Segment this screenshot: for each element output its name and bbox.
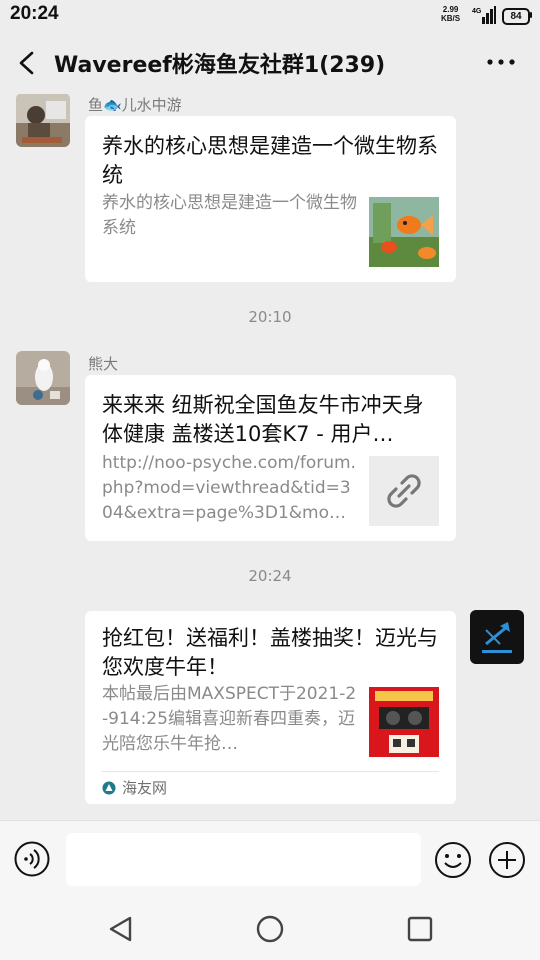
sender-name: 熊大 — [88, 355, 119, 373]
shared-link-card[interactable]: 来来来 纽斯祝全国鱼友牛市冲天身体健康 盖楼送10套K7 - 用户… http:… — [85, 375, 456, 541]
battery-cap — [530, 12, 532, 18]
chat-header: Wavereef彬海鱼友社群1(239) — [0, 32, 540, 94]
goldfish-thumbnail-icon — [369, 197, 439, 267]
avatar-image — [470, 610, 524, 664]
red-poster-thumbnail-icon — [369, 687, 439, 757]
status-bar: 20:24 2.99 KB/S 4G 84 — [0, 0, 540, 32]
shared-article-card[interactable]: 养水的核心思想是建造一个微生物系统 养水的核心思想是建造一个微生物系统 — [85, 116, 456, 282]
card-source-name: 海友网 — [122, 779, 168, 797]
card-description: 本帖最后由MAXSPECT于2021-2-914:25编辑喜迎新春四重奏，迈光陪… — [102, 684, 357, 754]
network-type-label: 4G — [472, 8, 482, 15]
my-avatar[interactable] — [470, 610, 524, 664]
link-icon — [369, 456, 439, 526]
emoji-icon[interactable] — [434, 841, 472, 879]
card-divider — [102, 771, 439, 772]
card-title: 来来来 纽斯祝全国鱼友牛市冲天身体健康 盖楼送10套K7 - 用户… — [102, 393, 424, 446]
timestamp: 20:24 — [248, 567, 292, 585]
network-speed-unit: KB/S — [441, 14, 461, 23]
voice-input-icon[interactable] — [14, 841, 50, 877]
network-speed: 2.99 KB/S — [441, 5, 460, 23]
signal-icon: 4G — [472, 6, 496, 24]
nav-recents-icon[interactable] — [405, 914, 435, 944]
status-time: 20:24 — [10, 3, 59, 24]
timestamp: 20:10 — [248, 308, 292, 326]
message-input[interactable] — [66, 833, 421, 886]
network-speed-value: 2.99 — [442, 5, 459, 14]
nav-back-icon[interactable] — [106, 914, 136, 944]
card-description: 养水的核心思想是建造一个微生物系统 — [102, 193, 357, 238]
battery-level: 84 — [510, 11, 522, 22]
sender-name: 鱼🐟儿水中游 — [88, 96, 182, 114]
card-description: http://noo-psyche.com/forum.php?mod=view… — [102, 453, 356, 523]
avatar[interactable] — [16, 94, 70, 147]
card-title: 抢红包！送福利！盖楼抽奖！迈光与您欢度牛年！ — [102, 626, 438, 679]
source-app-icon — [102, 781, 116, 795]
avatar-image — [16, 94, 70, 147]
battery-icon: 84 — [502, 8, 530, 25]
back-arrow-icon[interactable] — [12, 47, 42, 79]
card-title: 养水的核心思想是建造一个微生物系统 — [102, 134, 438, 187]
add-more-icon[interactable] — [488, 841, 526, 879]
card-source: 海友网 — [102, 777, 167, 798]
shared-article-card[interactable]: 抢红包！送福利！盖楼抽奖！迈光与您欢度牛年！ 本帖最后由MAXSPECT于202… — [85, 611, 456, 804]
avatar[interactable] — [16, 351, 70, 405]
system-navigation-bar — [0, 898, 540, 960]
more-options-icon[interactable] — [484, 54, 518, 70]
input-bar — [0, 820, 540, 899]
chat-title: Wavereef彬海鱼友社群1(239) — [54, 53, 386, 78]
avatar-image — [16, 351, 70, 405]
chat-message-list[interactable]: 鱼🐟儿水中游 养水的核心思想是建造一个微生物系统 养水的核心思想是建造一个微生物… — [0, 94, 540, 820]
nav-home-icon[interactable] — [255, 914, 285, 944]
